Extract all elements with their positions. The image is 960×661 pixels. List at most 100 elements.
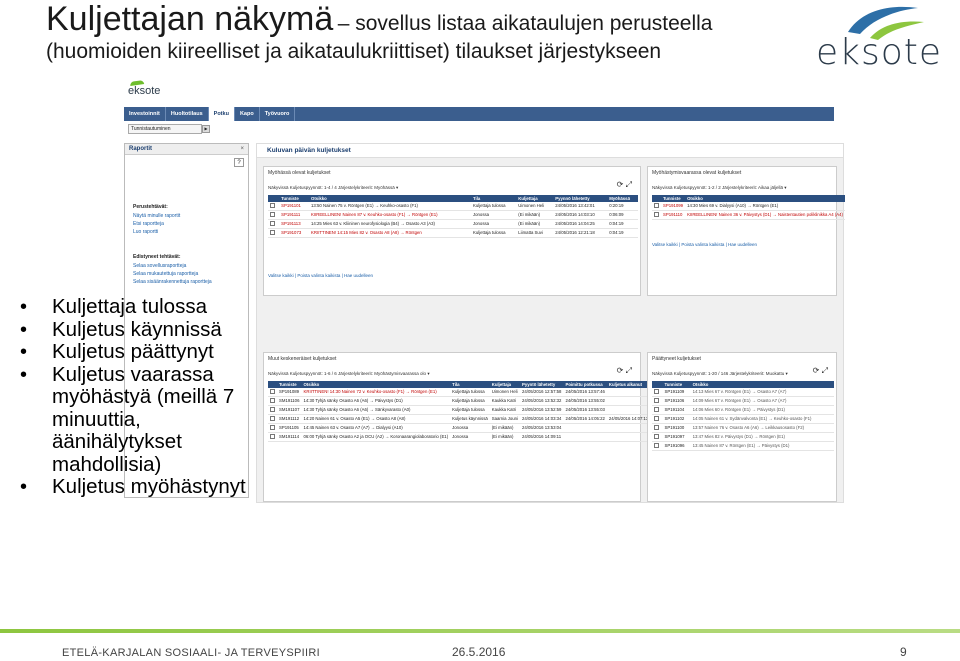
checkbox-cell[interactable] [268,405,277,415]
checkbox-cell[interactable] [652,396,663,406]
table-row[interactable]: SM191114 06:00 Tyhjä sänky Osasto A2 ja O… [268,432,651,442]
report-link[interactable]: Luo raportti [133,228,180,236]
row-checkbox[interactable] [270,407,275,412]
checkbox-cell[interactable] [652,441,663,451]
table-row[interactable]: SP191101 13:50 Nainen 75 v. Röntgen (E1) … [268,202,638,211]
id-cell[interactable]: SP191105 [277,423,302,433]
checkbox-cell[interactable] [652,210,661,220]
id-cell[interactable]: SP191113 [279,219,310,229]
subbar-field[interactable]: Tunnistautuminen ▶ [128,124,210,134]
box-filter[interactable]: Näkyvissä Kuljetuspyynnöt: 1-2 / 2 Järje… [652,185,787,191]
checkbox-cell[interactable] [652,405,663,415]
table-row[interactable]: SP191096 13:45 Nainen 87 v. Röntgen (E1) … [652,441,834,451]
box-filter[interactable]: Näkyvissä Kuljetuspyynnöt: 1-4 / 4 Järje… [268,185,398,191]
id-cell[interactable]: SP191073 [279,228,310,238]
id-cell[interactable]: SP191110 [661,210,686,220]
checkbox-cell[interactable] [268,388,277,397]
table-row[interactable]: SP191102 14:05 Nainen 61 v. Sydänvalvonta… [652,414,834,424]
column-header[interactable]: Tila [450,381,490,388]
id-cell[interactable]: SP191097 [662,432,691,442]
row-checkbox[interactable] [270,230,275,235]
checkbox-cell[interactable] [268,432,277,442]
report-link[interactable]: Selaa sovellusraportteja [133,262,212,270]
column-header[interactable] [652,195,661,202]
id-cell[interactable]: SP191102 [662,414,691,424]
id-cell[interactable]: SP191096 [662,441,691,451]
column-header[interactable]: Otsikko [685,195,845,202]
checkbox-cell[interactable] [652,414,663,424]
table-row[interactable]: SP191099 14:30 Mies 69 v. Dialyysi (A10) … [652,202,845,211]
table-row[interactable]: SP191111 KIIREELLINEN! Nainen 87 v. Keuhk… [268,210,638,220]
id-cell[interactable]: SP191104 [662,405,691,415]
column-header[interactable]: Pyyntö lähetetty [520,381,564,388]
table-row[interactable]: SM191106 14:30 Tyhjä sänky Osasto A6 (A6)… [268,396,651,406]
column-header[interactable]: Otsikko [309,195,471,202]
table-row[interactable]: SP191073 KRIITTINEN! 14:15 Mies 82 v. Osa… [268,228,638,238]
table-row[interactable]: SP191106 14:09 Mies 67 v. Röntgen (E1) → … [652,396,834,406]
box-links[interactable]: Valitse kaikki | Poista valinta kaikista… [652,242,757,247]
column-header[interactable]: Kuljettaja [489,381,521,388]
row-checkbox[interactable] [270,203,275,208]
table-row[interactable]: SP191113 14:25 Mies 63 v. Kliininen neuro… [268,219,638,229]
row-checkbox[interactable] [270,221,275,226]
column-header[interactable]: Pyynnö lähetetty [553,195,608,202]
row-checkbox[interactable] [654,434,659,439]
id-cell[interactable]: SP191089 [277,388,302,397]
column-header[interactable]: Myöhässä [607,195,638,202]
checkbox-cell[interactable] [652,202,661,211]
column-header[interactable] [652,381,663,388]
column-header[interactable]: Tunniste [279,195,310,202]
table-row[interactable]: SP191109 14:13 Mies 67 v. Röntgen (E1) → … [652,388,834,397]
row-checkbox[interactable] [270,212,275,217]
checkbox-cell[interactable] [652,388,663,397]
expand-icon[interactable]: ⤢ [626,180,632,189]
id-cell[interactable]: SP191111 [279,210,310,220]
table-row[interactable]: SP191105 14:45 Nainen 63 v. Osasto A7 (A7… [268,423,651,433]
row-checkbox[interactable] [270,398,275,403]
row-checkbox[interactable] [654,212,659,217]
refresh-icon[interactable]: ⟳ [617,180,624,189]
column-header[interactable]: Tunniste [277,381,302,388]
nav-tab[interactable]: Investoinnit [124,107,166,121]
checkbox-cell[interactable] [652,423,663,433]
table-row[interactable]: SP191097 13:47 Mies 82 v. Päivystys (D1) … [652,432,834,442]
row-checkbox[interactable] [270,434,275,439]
column-header[interactable] [268,381,277,388]
row-checkbox[interactable] [270,416,275,421]
row-checkbox[interactable] [654,398,659,403]
nav-tab[interactable]: Kapo [235,107,260,121]
table-row[interactable]: SP191089 KRIITTINEN! 14:30 Nainen 72 v. K… [268,388,651,397]
report-link[interactable]: Etsi raportteja [133,220,180,228]
row-checkbox[interactable] [654,416,659,421]
checkbox-cell[interactable] [268,219,280,229]
box-filter[interactable]: Näkyvissä Kuljetuspyynnöt: 1-6 / 6 Järje… [268,371,430,377]
column-header[interactable]: Poimittu potkussa [563,381,607,388]
expand-icon[interactable]: ⤢ [626,366,632,375]
table-row[interactable]: SP191100 13:57 Nainen 76 v. Osasto A6 (A6… [652,423,834,433]
id-cell[interactable]: SP191109 [662,388,691,397]
column-header[interactable]: Kuljettaja [516,195,554,202]
expand-icon[interactable]: ⤢ [822,366,828,375]
checkbox-cell[interactable] [268,423,277,433]
column-header[interactable]: Tila [471,195,517,202]
row-checkbox[interactable] [654,443,659,448]
column-header[interactable] [268,195,280,202]
checkbox-cell[interactable] [268,210,280,220]
nav-tab[interactable]: Huoltotilaus [166,107,209,121]
close-icon[interactable]: × [240,144,244,155]
report-link[interactable]: Näytä minulle raportit [133,212,180,220]
row-checkbox[interactable] [654,389,659,394]
id-cell[interactable]: SM191107 [277,405,302,415]
box-links[interactable]: Valitse kaikki | Poista valinta kaikista… [268,273,373,278]
id-cell[interactable]: SP191099 [661,202,686,211]
column-header[interactable]: Tunniste [662,381,691,388]
refresh-icon[interactable]: ⟳ [617,366,624,375]
help-icon[interactable]: ? [234,158,244,167]
table-row[interactable]: SP191110 KIIREELLINEN! Nainen 36 v. Päivy… [652,210,845,220]
column-header[interactable]: Otsikko [690,381,834,388]
checkbox-cell[interactable] [268,414,277,424]
table-row[interactable]: SM191107 14:30 Tyhjä sänky Osasto A6 (A6)… [268,405,651,415]
id-cell[interactable]: SM191106 [277,396,302,406]
box-filter[interactable]: Näkyvissä Kuljetuspyynnöt: 1-20 / 146 Jä… [652,371,788,377]
id-cell[interactable]: SP191100 [662,423,691,433]
